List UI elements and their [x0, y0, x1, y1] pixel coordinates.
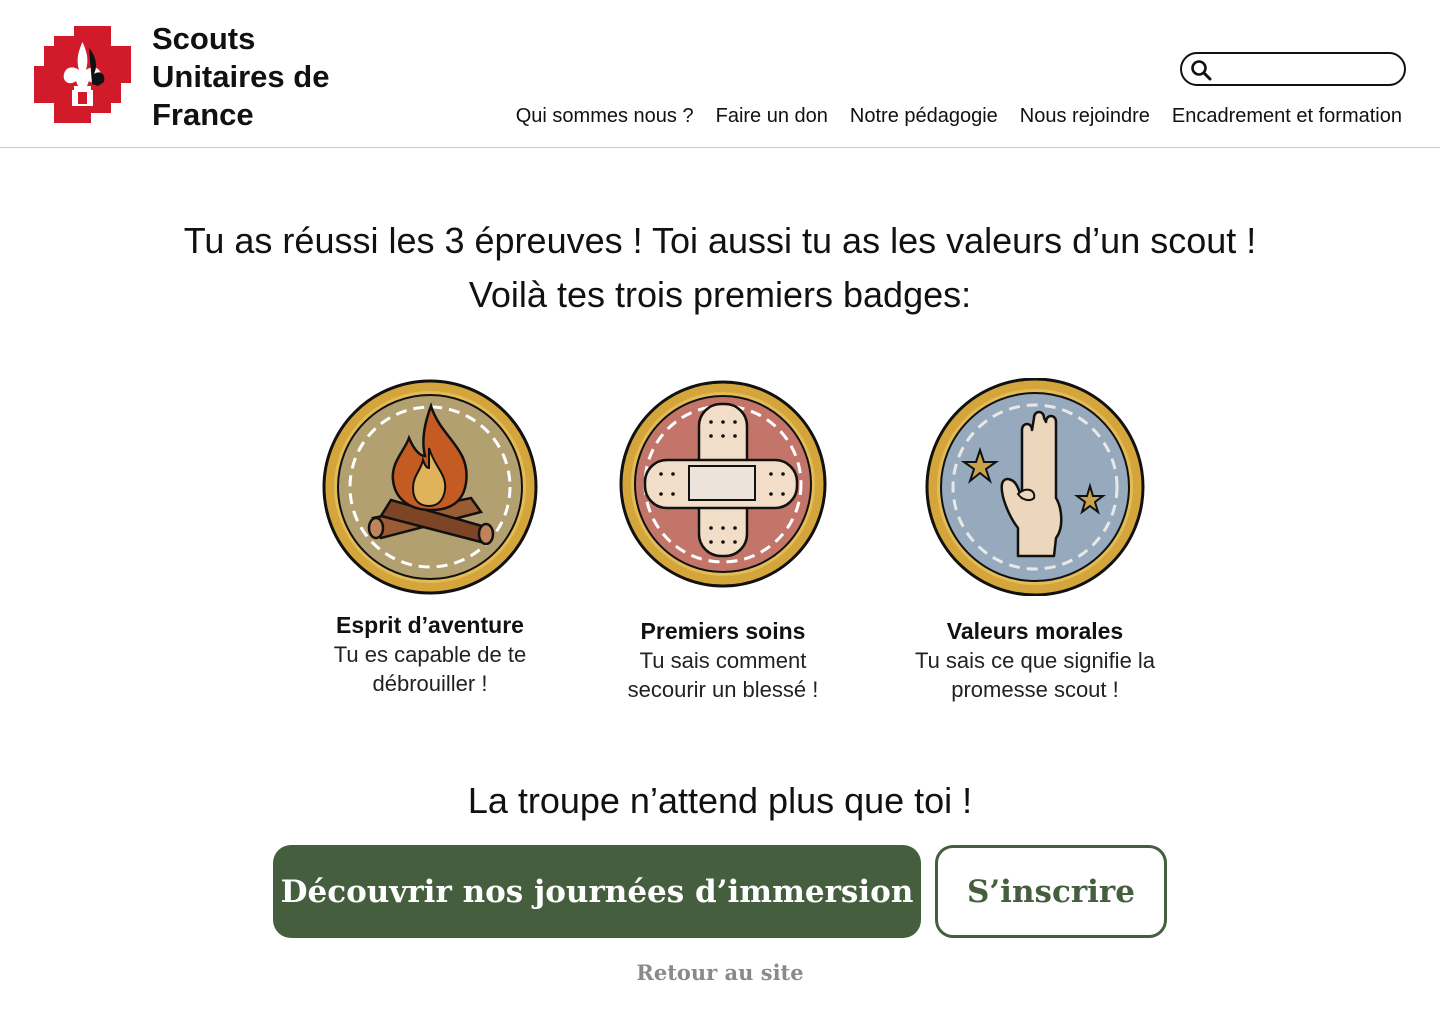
nav-item-encadrement-formation[interactable]: Encadrement et formation	[1172, 102, 1402, 130]
back-to-site: Retour au site	[0, 958, 1440, 988]
back-to-site-link[interactable]: Retour au site	[636, 960, 803, 985]
badge-description-line: débrouiller !	[372, 671, 488, 696]
page-title: Tu as réussi les 3 épreuves ! Toi aussi …	[0, 214, 1440, 322]
nav-item-faire-un-don[interactable]: Faire un don	[716, 102, 828, 130]
badge-title: Premiers soins	[640, 618, 806, 644]
headline-line: Voilà tes trois premiers badges:	[468, 274, 972, 315]
nav-item-nous-rejoindre[interactable]: Nous rejoindre	[1020, 102, 1150, 130]
bandage-icon	[619, 380, 827, 588]
badge-description-line: Tu es capable de te	[333, 642, 527, 667]
brand-line: Unitaires de	[152, 59, 330, 94]
nav-item-qui-sommes-nous[interactable]: Qui sommes nous ?	[516, 102, 694, 130]
badge-description: Tu sais comment secourir un blessé !	[598, 646, 848, 704]
badge-description-line: promesse scout !	[951, 677, 1119, 702]
brand-line: France	[152, 97, 254, 132]
site-header: Scouts Unitaires de France Qui sommes no…	[0, 0, 1440, 148]
badge-description: Tu es capable de te débrouiller !	[300, 640, 560, 698]
tagline: La troupe n’attend plus que toi !	[467, 780, 973, 821]
badge-valeurs-morales: Valeurs morales Tu sais ce que signifie …	[890, 378, 1180, 704]
badge-description-line: Tu sais ce que signifie la	[914, 648, 1156, 673]
register-button[interactable]: S’inscrire	[935, 845, 1167, 938]
badge-esprit-aventure: Esprit d’aventure Tu es capable de te dé…	[300, 378, 560, 698]
search-box[interactable]	[1180, 52, 1406, 86]
search-input[interactable]	[1218, 57, 1398, 81]
discover-immersion-button[interactable]: Découvrir nos journées d’immersion	[273, 845, 921, 938]
headline-line: Tu as réussi les 3 épreuves ! Toi aussi …	[183, 220, 1257, 261]
badge-title: Esprit d’aventure	[336, 612, 524, 638]
main-nav: Qui sommes nous ? Faire un don Notre péd…	[494, 102, 1402, 130]
scout-salute-hand-icon	[925, 378, 1145, 596]
badge-premiers-soins: Premiers soins Tu sais comment secourir …	[598, 378, 848, 704]
badge-title: Valeurs morales	[946, 618, 1124, 644]
brand-name[interactable]: Scouts Unitaires de France	[152, 20, 329, 134]
badge-description: Tu sais ce que signifie la promesse scou…	[890, 646, 1180, 704]
badge-description-line: Tu sais comment	[639, 648, 807, 673]
brand-line: Scouts	[152, 21, 256, 56]
search-icon[interactable]	[1190, 59, 1212, 81]
badge-description-line: secourir un blessé !	[627, 677, 819, 702]
campfire-icon	[322, 379, 538, 595]
nav-item-notre-pedagogie[interactable]: Notre pédagogie	[850, 102, 998, 130]
scouts-logo-icon[interactable]	[34, 26, 131, 123]
